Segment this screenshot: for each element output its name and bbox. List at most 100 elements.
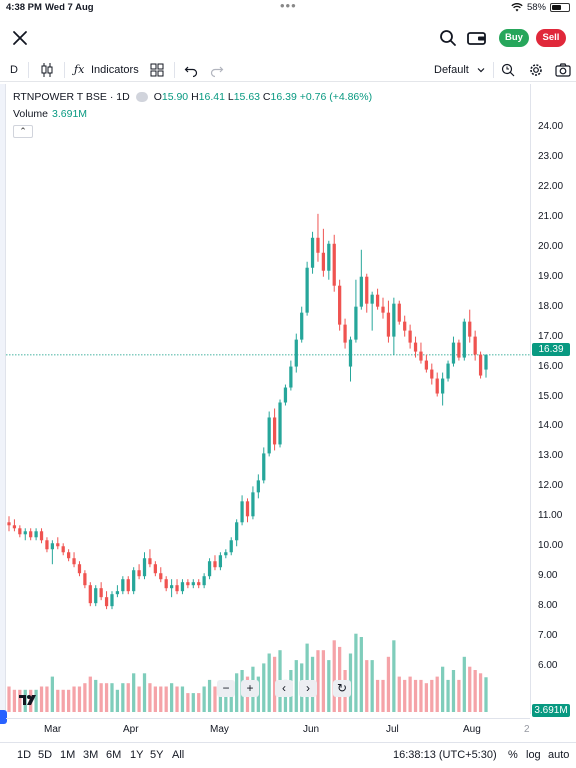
candle-body[interactable] — [132, 570, 136, 592]
candle-body[interactable] — [159, 573, 163, 580]
candle-body[interactable] — [153, 564, 157, 574]
candle-body[interactable] — [430, 369, 434, 379]
candle-body[interactable] — [45, 540, 49, 550]
auto-scale-toggle[interactable]: auto — [548, 749, 569, 761]
candle-body[interactable] — [213, 561, 217, 568]
candle-body[interactable] — [365, 276, 369, 304]
candle-body[interactable] — [468, 321, 472, 337]
candle-body[interactable] — [403, 321, 407, 331]
price-axis[interactable]: 24.00 23.00 22.00 21.00 20.00 19.00 18.00 17.00… — [530, 84, 576, 714]
range-button-5y[interactable]: 5Y — [150, 749, 163, 761]
candle-body[interactable] — [29, 531, 33, 538]
range-button-1d[interactable]: 1D — [17, 749, 31, 761]
candle-body[interactable] — [207, 561, 212, 577]
candle-body[interactable] — [316, 237, 320, 253]
range-button-all[interactable]: All — [172, 749, 184, 761]
candle-body[interactable] — [148, 558, 152, 565]
candle-body[interactable] — [457, 342, 461, 358]
candle-body[interactable] — [310, 237, 315, 268]
candle-body[interactable] — [224, 552, 228, 556]
candle-body[interactable] — [115, 591, 120, 595]
candle-body[interactable] — [408, 330, 412, 343]
candle-body[interactable] — [300, 312, 304, 340]
candle-body[interactable] — [110, 594, 114, 607]
candle-body[interactable] — [256, 480, 260, 493]
candle-body[interactable] — [94, 588, 98, 604]
candle-body[interactable] — [56, 543, 60, 547]
search-icon[interactable] — [438, 28, 458, 48]
candle-body[interactable] — [218, 555, 223, 568]
range-button-1y[interactable]: 1Y — [130, 749, 143, 761]
candle-body[interactable] — [229, 540, 233, 553]
candle-body[interactable] — [50, 543, 54, 550]
candle-body[interactable] — [202, 576, 206, 586]
candle-body[interactable] — [441, 378, 445, 394]
candle-body[interactable] — [348, 339, 353, 367]
indicators-button[interactable]: Indicators — [91, 61, 139, 79]
candle-body[interactable] — [39, 531, 44, 541]
candle-body[interactable] — [413, 342, 418, 352]
candle-body[interactable] — [251, 492, 255, 517]
candle-body[interactable] — [66, 552, 71, 559]
candle-body[interactable] — [419, 351, 423, 361]
candle-body[interactable] — [354, 306, 358, 340]
candle-body[interactable] — [327, 243, 331, 271]
candle-body[interactable] — [77, 564, 82, 574]
candle-body[interactable] — [484, 354, 488, 370]
candle-body[interactable] — [435, 378, 439, 394]
candle-body[interactable] — [12, 525, 17, 529]
candle-body[interactable] — [7, 522, 11, 526]
candle-body[interactable] — [61, 546, 65, 553]
layout-grid-icon[interactable] — [150, 61, 164, 79]
volume-label[interactable]: Volume — [13, 108, 48, 120]
candle-body[interactable] — [235, 522, 239, 541]
candle-body[interactable] — [462, 321, 466, 358]
candle-body[interactable] — [137, 570, 141, 577]
candle-body[interactable] — [294, 339, 298, 367]
chevron-down-icon[interactable] — [476, 61, 486, 79]
candle-body[interactable] — [386, 312, 391, 337]
candle-body[interactable] — [169, 585, 174, 589]
candle-body[interactable] — [332, 243, 336, 286]
candle-body[interactable] — [370, 294, 374, 304]
close-icon[interactable] — [10, 28, 30, 48]
candle-body[interactable] — [424, 360, 429, 370]
candle-body[interactable] — [72, 558, 76, 565]
candle-body[interactable] — [381, 306, 385, 313]
redo-icon[interactable] — [210, 61, 224, 79]
scroll-right-button[interactable]: › — [299, 680, 317, 697]
candle-body[interactable] — [278, 402, 282, 445]
log-scale-toggle[interactable]: log — [526, 749, 541, 761]
zoom-in-button[interactable]: + — [241, 680, 259, 697]
candle-body[interactable] — [104, 597, 109, 607]
candle-body[interactable] — [392, 303, 396, 337]
candle-body[interactable] — [197, 582, 201, 586]
gear-icon[interactable] — [529, 61, 543, 79]
candle-body[interactable] — [180, 582, 185, 592]
candle-body[interactable] — [88, 585, 92, 604]
candle-body[interactable] — [23, 531, 27, 535]
range-button-3m[interactable]: 3M — [83, 749, 98, 761]
candle-body[interactable] — [397, 303, 401, 322]
candle-body[interactable] — [375, 294, 380, 307]
interval-selector[interactable]: D — [10, 61, 18, 79]
price-chart[interactable] — [6, 84, 576, 714]
eye-icon[interactable] — [135, 92, 148, 102]
symbol-title[interactable]: RTNPOWER T BSE · 1D — [13, 91, 130, 103]
sell-button[interactable]: Sell — [536, 29, 566, 47]
candle-body[interactable] — [164, 579, 168, 589]
candle-body[interactable] — [262, 453, 266, 481]
candle-body[interactable] — [121, 579, 125, 592]
scroll-left-button[interactable]: ‹ — [275, 680, 293, 697]
time-axis[interactable]: Mar Apr May Jun Jul Aug 2 — [6, 718, 530, 740]
candle-body[interactable] — [359, 276, 363, 307]
candle-body[interactable] — [305, 267, 309, 313]
range-button-1m[interactable]: 1M — [60, 749, 75, 761]
multitasking-dots-icon[interactable]: ••• — [280, 0, 297, 13]
zoom-out-button[interactable]: − — [217, 680, 235, 697]
candle-body[interactable] — [99, 588, 103, 598]
candle-body[interactable] — [338, 285, 342, 325]
quick-search-icon[interactable] — [501, 61, 515, 79]
percent-scale-toggle[interactable]: % — [508, 749, 518, 761]
candle-body[interactable] — [343, 324, 347, 343]
